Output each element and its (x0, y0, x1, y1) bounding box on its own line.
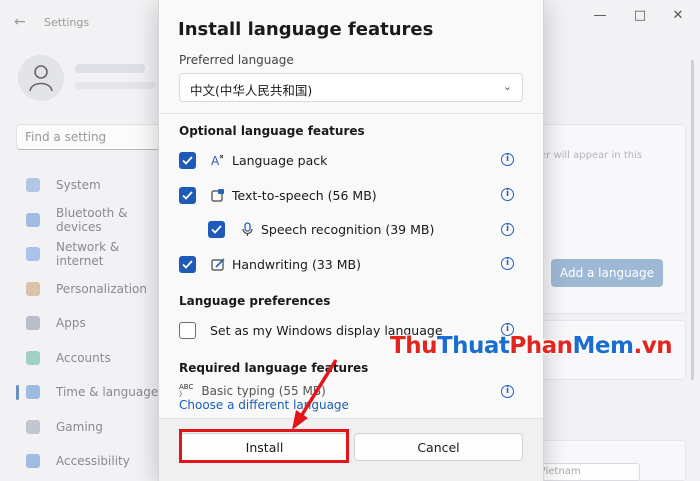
close-icon[interactable]: ✕ (668, 8, 688, 23)
blurred-user-name (75, 64, 145, 73)
sidebar-item-label: Apps (56, 316, 86, 331)
sidebar-item-icon (26, 281, 40, 296)
maximize-icon[interactable]: □ (630, 8, 650, 23)
chevron-down-icon: ⌄ (502, 80, 512, 93)
checkmark-icon (182, 155, 193, 165)
info-icon-speech-recognition[interactable]: i (501, 223, 514, 236)
sidebar-item-label: Network & internet (56, 240, 120, 269)
required-feature-basic-typing: ABC 〉 Basic typing (55 MB) (179, 383, 326, 399)
handwriting-checkbox[interactable] (179, 255, 196, 273)
preferred-language-value: 中文(中华人民共和国) (190, 83, 313, 98)
info-icon-language-pack[interactable]: i (501, 153, 514, 166)
sidebar-item-icon (26, 178, 40, 193)
sidebar-item-label: Time & language (56, 385, 159, 400)
info-icon-text-to-speech[interactable]: i (501, 188, 514, 201)
optional-features-heading: Optional language features (179, 124, 365, 138)
find-setting-placeholder: Find a setting (25, 130, 107, 144)
sidebar-item-icon (26, 350, 40, 365)
speech-recognition-label: Speech recognition (39 MB) (261, 221, 435, 237)
cancel-button[interactable]: Cancel (354, 433, 523, 461)
required-features-heading: Required language features (179, 361, 369, 375)
find-setting-input[interactable]: Find a setting (16, 124, 166, 150)
option-handwriting[interactable]: Handwriting (33 MB) (179, 254, 361, 274)
language-preferences-heading: Language preferences (179, 294, 331, 308)
sidebar-item-label: System (56, 178, 101, 193)
choose-different-language-link[interactable]: Choose a different language (179, 398, 349, 412)
option-language-pack[interactable]: A Language pack (179, 150, 327, 170)
info-icon-handwriting[interactable]: i (501, 257, 514, 270)
handwriting-icon (210, 256, 226, 272)
dialog-title: Install language features (178, 19, 434, 40)
sidebar-item-bluetooth-devices[interactable]: Bluetooth & devices (16, 203, 166, 238)
minimize-icon[interactable]: — (590, 8, 610, 23)
settings-app-title: Settings (44, 16, 90, 29)
sidebar-item-gaming[interactable]: Gaming (16, 410, 166, 445)
install-highlight-box (179, 429, 349, 463)
user-avatar[interactable] (18, 55, 64, 101)
option-speech-recognition[interactable]: Speech recognition (39 MB) (208, 219, 434, 239)
languages-card-text: er will appear in this (540, 150, 643, 161)
keyboard-abc-icon: ABC 〉 (179, 383, 194, 398)
basic-typing-label: Basic typing (55 MB) (201, 384, 326, 398)
sidebar-item-system[interactable]: System (16, 168, 166, 203)
divider (159, 113, 543, 114)
text-to-speech-icon (210, 187, 226, 203)
language-pack-label: Language pack (232, 152, 328, 168)
microphone-icon (239, 221, 255, 237)
sidebar-item-time-language[interactable]: Time & language (16, 375, 166, 410)
language-pack-checkbox[interactable] (179, 151, 196, 169)
settings-nav: System Bluetooth & devices Network & inter… (16, 168, 166, 479)
region-dropdown[interactable]: Vietnam (532, 463, 640, 481)
info-icon-basic-typing[interactable]: i (501, 385, 514, 398)
text-to-speech-label: Text-to-speech (56 MB) (232, 187, 377, 203)
sidebar-item-label: Accounts (56, 350, 111, 365)
svg-text:A: A (211, 154, 220, 168)
user-avatar-icon (29, 65, 53, 92)
sidebar-item-icon (26, 385, 40, 400)
sidebar-item-label: Gaming (56, 419, 103, 434)
sidebar-item-label: Bluetooth & devices (56, 205, 128, 234)
sidebar-item-icon (26, 419, 40, 434)
speech-recognition-checkbox[interactable] (208, 220, 225, 238)
preferred-language-dropdown[interactable]: 中文(中华人民共和国) ⌄ (179, 73, 523, 102)
sidebar-item-network-internet[interactable]: Network & internet (16, 237, 166, 272)
sidebar-item-icon (26, 454, 40, 469)
text-to-speech-checkbox[interactable] (179, 186, 196, 204)
sidebar-item-accounts[interactable]: Accounts (16, 341, 166, 376)
preferred-language-label: Preferred language (179, 53, 294, 67)
handwriting-label: Handwriting (33 MB) (232, 256, 361, 272)
sidebar-item-personalization[interactable]: Personalization (16, 272, 166, 307)
checkmark-icon (211, 224, 222, 234)
install-language-features-dialog: Install language features Preferred lang… (158, 0, 544, 481)
sidebar-item-icon (26, 316, 40, 331)
language-pack-icon: A (210, 152, 226, 168)
option-text-to-speech[interactable]: Text-to-speech (56 MB) (179, 185, 377, 205)
display-language-checkbox[interactable] (179, 321, 196, 339)
sidebar-item-label: Personalization (56, 281, 147, 296)
sidebar-item-icon (26, 212, 40, 227)
add-language-button[interactable]: Add a language (551, 259, 663, 287)
back-arrow-icon[interactable]: ← (14, 14, 26, 30)
sidebar-item-label: Accessibility (56, 454, 130, 469)
sidebar-item-icon (26, 247, 40, 262)
checkmark-icon (182, 259, 193, 269)
scrollbar[interactable] (691, 60, 694, 380)
sidebar-item-apps[interactable]: Apps (16, 306, 166, 341)
watermark-logo: ThuThuatPhanMem.vn (390, 333, 673, 359)
sidebar-item-accessibility[interactable]: Accessibility (16, 444, 166, 479)
checkmark-icon (182, 190, 193, 200)
blurred-user-email (75, 82, 155, 89)
